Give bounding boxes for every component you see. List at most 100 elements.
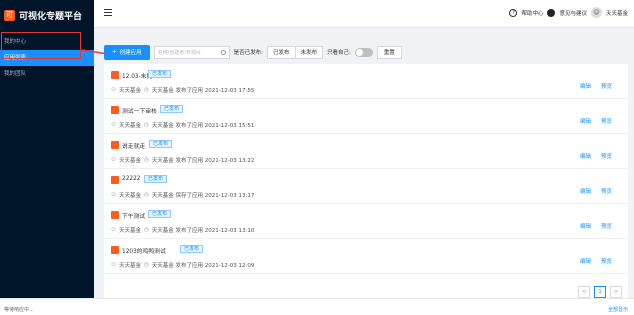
app-list: 12.03-未提 已发布 ⚇ 天天基金 ◷ 天天基金 发布了应用 2021-12… [104, 64, 628, 304]
user-icon: ⚇ [111, 227, 116, 233]
row-meta: ⚇ 天天基金 ◷ 天天基金 发布了应用 2021-12-03 17:55 [111, 86, 254, 94]
author: 天天基金 [118, 88, 141, 94]
activity: 天天基金 发布了应用 2021-12-03 13:22 [151, 158, 255, 164]
clock-icon: ◷ [143, 157, 149, 163]
clock-icon: ◷ [143, 227, 149, 233]
list-item: 12.03-未提 已发布 ⚇ 天天基金 ◷ 天天基金 发布了应用 2021-12… [104, 64, 628, 99]
app-icon [111, 71, 119, 79]
status-badge: 已发布 [144, 175, 168, 183]
menu-toggle-icon[interactable] [104, 9, 112, 16]
reset-button[interactable]: 重置 [376, 45, 402, 59]
create-app-button[interactable]: + 创建应用 [104, 44, 150, 60]
search-input[interactable]: 名称/创建者/专题id [153, 45, 230, 59]
status-text: 等待响应中... [4, 307, 34, 313]
app-icon [111, 246, 119, 254]
filter-published-button[interactable]: 已发布 [266, 45, 296, 59]
avatar[interactable]: ☺ [590, 7, 602, 18]
user-icon: ⚇ [111, 122, 116, 128]
app-icon [111, 106, 119, 114]
edit-link[interactable]: 编辑 [580, 222, 591, 230]
status-badge: 已发布 [180, 245, 204, 253]
row-actions: 编辑 预览 [580, 222, 612, 230]
app-title[interactable]: 测试一下审核 [122, 106, 157, 115]
list-item: 1203的鸡鸭测试 已发布 ⚇ 天天基金 ◷ 天天基金 发布了应用 2021-1… [104, 239, 628, 274]
edit-link[interactable]: 编辑 [580, 82, 591, 90]
activity: 天天基金 发布了应用 2021-12-03 17:55 [151, 88, 255, 94]
preview-link[interactable]: 预览 [601, 82, 612, 90]
author: 天天基金 [118, 193, 141, 199]
app-title[interactable]: 1203的鸡鸭测试 [122, 246, 166, 255]
help-link[interactable]: 帮助中心 [521, 9, 543, 17]
author: 天天基金 [118, 123, 141, 129]
search-icon[interactable] [220, 49, 226, 55]
preview-link[interactable]: 预览 [601, 152, 612, 160]
top-right-actions: ? 帮助中心 意见与建议 ☺ 天天基金 [509, 7, 628, 18]
clock-icon: ◷ [143, 262, 149, 268]
next-page-button[interactable]: > [610, 286, 622, 298]
app-title[interactable]: 说走就走 [122, 141, 145, 150]
plus-icon: + [112, 49, 117, 55]
row-meta: ⚇ 天天基金 ◷ 天天基金 发布了应用 2021-12-03 15:51 [111, 121, 254, 129]
preview-link[interactable]: 预览 [601, 117, 612, 125]
preview-link[interactable]: 预览 [601, 187, 612, 195]
activity: 天天基金 发布了应用 2021-12-03 15:51 [151, 123, 255, 129]
status-badge: 已发布 [149, 140, 173, 148]
clock-icon: ◷ [143, 122, 149, 128]
only-mine-toggle[interactable] [354, 47, 373, 57]
preview-link[interactable]: 预览 [601, 222, 612, 230]
page-1-button[interactable]: 1 [594, 286, 606, 298]
user-icon: ⚇ [111, 262, 116, 268]
edit-link[interactable]: 编辑 [580, 117, 591, 125]
author: 天天基金 [118, 228, 141, 234]
activity: 天天基金 保存了应用 2021-12-03 13:17 [151, 193, 255, 199]
user-icon: ⚇ [111, 157, 116, 163]
author: 天天基金 [118, 263, 141, 269]
status-badge: 已发布 [148, 70, 172, 78]
app-icon [111, 141, 119, 149]
edit-link[interactable]: 编辑 [580, 257, 591, 265]
published-filter-label: 是否已发布: [233, 50, 263, 56]
github-icon[interactable] [547, 8, 556, 17]
row-meta: ⚇ 天天基金 ◷ 天天基金 发布了应用 2021-12-03 12:09 [111, 261, 254, 269]
only-mine-label: 只看自己: [327, 50, 351, 56]
row-meta: ⚇ 天天基金 ◷ 天天基金 保存了应用 2021-12-03 13:17 [111, 191, 254, 199]
row-actions: 编辑 预览 [580, 257, 612, 265]
app-title[interactable]: 下午测试 [122, 211, 145, 220]
user-icon: ⚇ [111, 87, 116, 93]
app-title[interactable]: 22222 [122, 176, 140, 182]
help-icon[interactable]: ? [509, 8, 518, 17]
brand-title: 可视化专题平台 [19, 11, 83, 22]
prev-page-button[interactable]: < [578, 286, 590, 298]
filter-unpublished-button[interactable]: 未发布 [295, 45, 324, 59]
user-icon: ⚇ [111, 192, 116, 198]
annotation-highlight-box [1, 32, 81, 59]
edit-link[interactable]: 编辑 [580, 187, 591, 195]
list-item: 测试一下审核 已发布 ⚇ 天天基金 ◷ 天天基金 发布了应用 2021-12-0… [104, 99, 628, 134]
row-meta: ⚇ 天天基金 ◷ 天天基金 发布了应用 2021-12-03 13:22 [111, 156, 254, 164]
top-bar: ? 帮助中心 意见与建议 ☺ 天天基金 [94, 0, 634, 28]
list-item: 下午测试 已发布 ⚇ 天天基金 ◷ 天天基金 发布了应用 2021-12-03 … [104, 204, 628, 239]
preview-link[interactable]: 预览 [601, 257, 612, 265]
brand: 可 可视化专题平台 [0, 0, 94, 30]
user-name[interactable]: 天天基金 [606, 9, 628, 17]
brand-logo: 可 [4, 9, 15, 21]
row-meta: ⚇ 天天基金 ◷ 天天基金 发布了应用 2021-12-03 13:10 [111, 226, 254, 234]
activity: 天天基金 发布了应用 2021-12-03 12:09 [151, 263, 255, 269]
status-badge: 已发布 [160, 105, 184, 113]
list-item: 22222 已发布 ⚇ 天天基金 ◷ 天天基金 保存了应用 2021-12-03… [104, 169, 628, 204]
clock-icon: ◷ [143, 87, 149, 93]
activity: 天天基金 发布了应用 2021-12-03 13:10 [151, 228, 255, 234]
app-icon [111, 211, 119, 219]
feedback-link[interactable]: 意见与建议 [559, 9, 587, 17]
show-all-link[interactable]: 全部显示 [608, 306, 628, 313]
row-actions: 编辑 预览 [580, 117, 612, 125]
create-app-label: 创建应用 [119, 50, 142, 56]
search-placeholder: 名称/创建者/专题id [157, 49, 201, 56]
pagination: < 1 > [578, 286, 622, 298]
toolbar: + 创建应用 名称/创建者/专题id 是否已发布: 已发布 未发布 只看自己: … [104, 44, 402, 60]
edit-link[interactable]: 编辑 [580, 152, 591, 160]
sidebar-item-my-team[interactable]: 我的团队 [0, 66, 94, 82]
list-item: 说走就走 已发布 ⚇ 天天基金 ◷ 天天基金 发布了应用 2021-12-03 … [104, 134, 628, 169]
bottom-bar: 等待响应中... 全部显示 [0, 298, 634, 315]
row-actions: 编辑 预览 [580, 82, 612, 90]
